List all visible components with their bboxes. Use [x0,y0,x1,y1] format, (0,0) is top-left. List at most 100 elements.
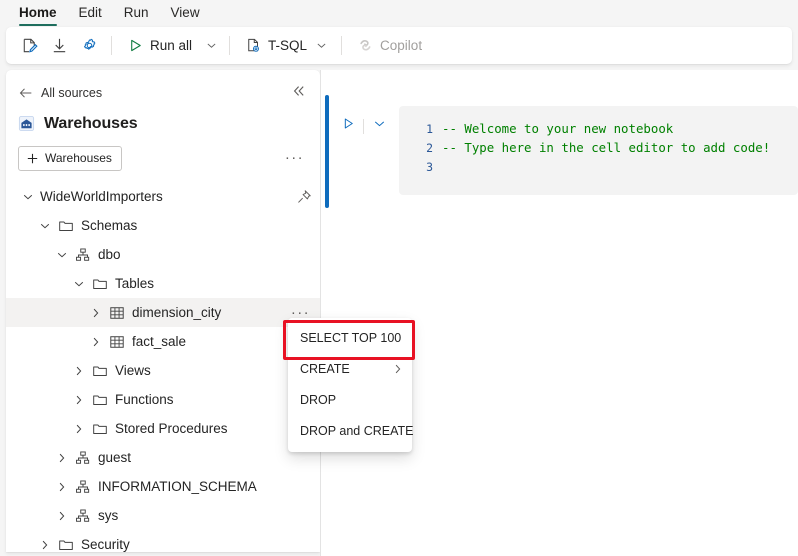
copilot-icon [355,36,375,56]
tree-node-label: Schemas [81,218,138,233]
code-text: -- Type here in the cell editor to add c… [442,140,771,155]
schema-icon [74,507,91,524]
tree-node-stored-procedures[interactable]: Stored Procedures [6,414,320,443]
t-sql-language-button[interactable]: T-SQL [237,31,334,60]
run-all-dropdown[interactable] [198,31,222,60]
play-triangle-icon [125,36,145,56]
tree-node-dimension-city[interactable]: dimension_city ··· [6,298,320,327]
cell-code-editor[interactable]: 1 -- Welcome to your new notebook 2 -- Type… [399,106,798,195]
chevron-down-icon[interactable] [71,276,87,292]
folder-icon [57,536,74,552]
chevron-right-icon[interactable] [37,537,53,553]
chevron-right-icon[interactable] [88,305,104,321]
toolbar-divider-3 [341,36,343,55]
tree-node-security[interactable]: Security [6,530,320,552]
notebook-canvas: 1 -- Welcome to your new notebook 2 -- Type… [321,70,798,556]
pin-icon[interactable] [296,189,312,205]
context-menu-item-drop[interactable]: DROP [288,384,412,415]
cell-gutter [337,115,390,137]
sidebar-more-options-button[interactable]: ··· [285,150,308,165]
run-all-button[interactable]: Run all [119,31,198,60]
tree-node-views[interactable]: Views [6,356,320,385]
all-sources-back-button[interactable]: All sources [18,85,102,101]
chevron-right-icon[interactable] [71,363,87,379]
tab-view[interactable]: View [160,0,211,27]
schema-icon [74,246,91,263]
folder-icon [91,362,108,379]
tree-node-label: Security [81,537,130,552]
chevron-down-icon[interactable] [20,189,36,205]
tab-home[interactable]: Home [8,0,68,27]
tree-node-label: guest [98,450,132,465]
tree-node-functions[interactable]: Functions [6,385,320,414]
tree-node-information-schema[interactable]: INFORMATION_SCHEMA [6,472,320,501]
notebook-cell: 1 -- Welcome to your new notebook 2 -- Type… [325,95,798,208]
object-explorer-tree: WideWorldImporters Schemas dbo Tables dimens… [6,182,320,552]
collapse-panel-button[interactable] [288,82,310,104]
tree-node-schemas[interactable]: Schemas [6,211,320,240]
folder-icon [91,275,108,292]
tab-home-label: Home [19,5,57,20]
line-number: 1 [426,121,433,136]
chevron-right-icon[interactable] [54,508,70,524]
line-number: 3 [426,159,433,174]
code-line: 3 [399,157,798,176]
tree-node-tables[interactable]: Tables [6,269,320,298]
tab-run[interactable]: Run [113,0,160,27]
tree-node-wideworldimporters[interactable]: WideWorldImporters [6,182,320,211]
tree-node-dbo[interactable]: dbo [6,240,320,269]
sql-document-icon [243,36,263,56]
tab-run-label: Run [123,5,149,20]
ribbon-toolbar: Run all T-SQL Copilot [6,27,792,64]
chevron-down-icon[interactable] [37,218,53,234]
run-cell-button[interactable] [337,115,359,137]
schema-icon [74,478,91,495]
download-button[interactable] [44,31,74,60]
tab-edit-label: Edit [78,5,102,20]
cell-more-menu-button[interactable] [368,115,390,137]
chevron-right-icon[interactable] [54,479,70,495]
new-warehouses-button[interactable]: Warehouses [18,145,122,171]
context-menu-item-drop-and-create[interactable]: DROP and CREATE [288,415,414,446]
toolbar-divider-2 [229,36,231,55]
menu-tab-bar: Home Edit Run View [0,0,798,27]
tree-node-label: dimension_city [132,305,222,320]
table-context-menu: SELECT TOP 100 CREATE DROP DROP and CREATE [288,318,414,452]
folder-icon [91,391,108,408]
settings-button[interactable] [74,31,104,60]
tree-node-more-options-button[interactable]: ··· [291,305,312,320]
copilot-button[interactable]: Copilot [349,31,428,60]
edit-document-icon [19,36,39,56]
tree-node-label: fact_sale [132,334,187,349]
ellipsis-icon: ··· [284,149,304,166]
table-icon [108,333,125,350]
tree-node-label: Stored Procedures [115,421,228,436]
tree-node-label: Tables [115,276,155,291]
new-warehouses-label: Warehouses [45,151,112,165]
context-menu-item-select-top-100[interactable]: SELECT TOP 100 [288,322,412,353]
chevron-down-icon [314,39,328,53]
all-sources-label: All sources [41,86,103,100]
toolbar-divider-1 [111,36,112,55]
chevron-right-icon[interactable] [54,450,70,466]
chevron-down-icon[interactable] [54,247,70,263]
context-menu-item-label: DROP and CREATE [300,423,414,438]
tab-edit[interactable]: Edit [68,0,113,27]
code-line: 2 -- Type here in the cell editor to add … [399,138,798,157]
tree-node-sys[interactable]: sys [6,501,320,530]
tab-view-label: View [170,5,200,20]
tree-node-label: INFORMATION_SCHEMA [98,479,257,494]
table-icon [108,304,125,321]
context-menu-item-create[interactable]: CREATE [288,353,412,384]
context-menu-item-label: SELECT TOP 100 [300,330,402,345]
chevron-right-icon[interactable] [71,392,87,408]
chevron-right-icon[interactable] [88,334,104,350]
tree-node-label: Functions [115,392,174,407]
chevron-right-icon[interactable] [71,421,87,437]
tree-node-guest[interactable]: guest [6,443,320,472]
gear-icon [79,36,99,56]
tree-node-fact-sale[interactable]: fact_sale [6,327,320,356]
edit-notebook-button[interactable] [14,31,44,60]
copilot-label: Copilot [380,38,423,53]
folder-icon [57,217,74,234]
